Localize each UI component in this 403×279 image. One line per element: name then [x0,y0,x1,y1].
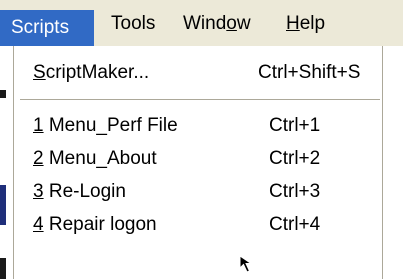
menu-window[interactable]: Window [183,9,251,39]
menu-item-label: 4 Repair logon [33,208,157,241]
menu-item-re-login[interactable]: 3 Re-Login Ctrl+3 [14,175,382,208]
menu-window-label-b: w [236,13,251,34]
shortcut-label: Ctrl+Shift+S [258,62,361,83]
shortcut-label: Ctrl+1 [269,115,321,136]
menu-item-label: 3 Re-Login [33,175,126,208]
menu-separator [20,99,380,101]
menu-item-perf-file[interactable]: 1 Menu_Perf File Ctrl+1 [14,109,382,142]
label-text: Menu_Perf File [43,115,178,136]
menu-item-scriptmaker[interactable]: ScriptMaker... Ctrl+Shift+S [14,56,382,89]
label-text: criptMaker... [45,62,150,83]
menu-item-label: 2 Menu_About [33,142,157,175]
menu-scripts-label: Scripts [11,17,70,38]
arrow-pointer-icon [239,255,253,273]
scripts-dropdown-menu: ScriptMaker... Ctrl+Shift+S 1 Menu_Perf … [13,46,383,279]
label-text: Repair logon [43,214,157,235]
shortcut-label: Ctrl+4 [269,214,321,235]
menu-item-label: ScriptMaker... [33,56,149,89]
background-window-edge [0,258,6,279]
menu-item-about[interactable]: 2 Menu_About Ctrl+2 [14,142,382,175]
menu-window-mnemonic: o [226,13,237,34]
menu-window-label-a: Wind [183,13,227,34]
label-text: Menu_About [43,148,157,169]
shortcut-label: Ctrl+3 [269,181,321,202]
menu-scripts[interactable]: Scripts [0,10,94,46]
menu-tools-label: Tools [111,13,156,34]
background-window-edge [0,90,6,98]
mnemonic: 2 [33,148,44,169]
menu-help-mnemonic: H [286,13,300,34]
menu-tools[interactable]: Tools [111,9,155,39]
label-text: Re-Login [43,181,126,202]
mnemonic: S [33,62,46,83]
menu-item-repair-logon[interactable]: 4 Repair logon Ctrl+4 [14,208,382,241]
mnemonic: 3 [33,181,44,202]
mnemonic: 1 [33,115,44,136]
background-window-edge [0,185,6,225]
menu-item-label: 1 Menu_Perf File [33,109,178,142]
shortcut-label: Ctrl+2 [269,148,321,169]
mnemonic: 4 [33,214,44,235]
menu-bar: Scripts Tools Window Help [0,0,403,46]
menu-help[interactable]: Help [286,9,325,39]
menu-help-label: elp [299,13,326,34]
